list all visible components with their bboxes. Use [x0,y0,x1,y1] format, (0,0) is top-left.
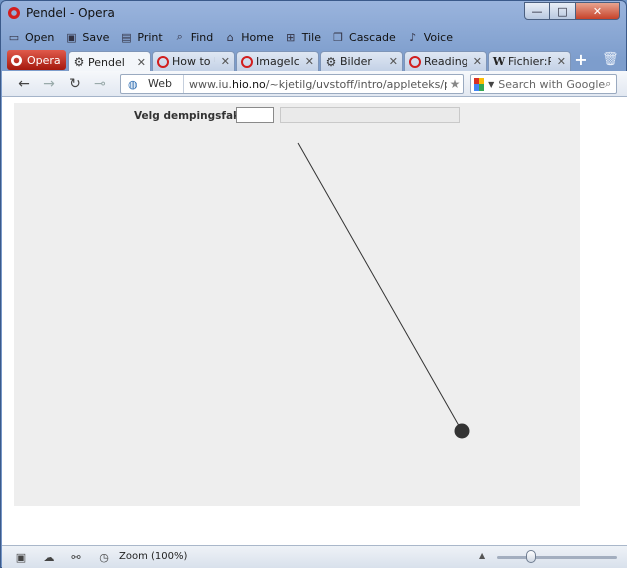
search-field[interactable]: ▼ Search with Google ⌕ [470,74,617,94]
menu-open[interactable]: ▭ Open [7,30,55,44]
print-icon: ▤ [121,30,132,44]
star-icon[interactable]: ★ [447,77,463,91]
menu-tile-label: Tile [301,30,322,44]
wikipedia-icon: W [492,55,506,68]
opera-icon [241,55,253,68]
folder-icon: ▭ [8,30,20,44]
url-prefix: www.iu. [189,77,233,91]
close-tab-icon[interactable]: ✕ [470,55,482,68]
menu-cascade-label: Cascade [349,30,396,44]
menu-cascade[interactable]: ❐ Cascade [331,31,396,44]
close-tab-icon[interactable]: ✕ [302,55,314,68]
url-domain: hio.no [232,77,266,91]
google-icon-part [479,84,485,91]
turbo-icon[interactable]: ◷ [97,551,111,564]
tab-reading[interactable]: Reading/... ✕ [404,51,487,71]
menu-home[interactable]: ⌂ Home [223,30,274,44]
save-icon: ▣ [66,30,77,44]
close-tab-icon[interactable]: ✕ [218,55,230,68]
status-bar: ▣ ☁ ⚯ ◷ Zoom (100%) ▲ [2,545,627,568]
pendulum-string [297,142,463,432]
opera-icon [157,55,169,68]
opera-menu-label: Opera [27,53,61,67]
voice-icon: ♪ [409,30,417,44]
tab-label: How to U... [172,55,215,68]
gear-icon: ⚙ [73,55,85,69]
forward-arrow-icon[interactable]: → [40,75,58,93]
gear-icon: ⚙ [325,54,337,69]
close-tab-icon[interactable]: ✕ [554,55,566,68]
window-controls: — □ ✕ [524,2,620,20]
opera-logo-icon [11,54,22,66]
opera-menu-button[interactable]: Opera [7,50,66,70]
tab-how-to[interactable]: How to U... ✕ [152,51,235,71]
damping-factor-input[interactable] [236,107,274,123]
tab-label: Bilder [340,55,372,68]
unite-icon[interactable]: ⚯ [69,551,83,564]
chevron-down-icon[interactable]: ▼ [488,80,494,89]
menu-find[interactable]: ⌕ Find [173,30,214,44]
url-path: /~kjetilg/uvstoff/intro/appleteks/pendel… [265,77,447,91]
close-button[interactable]: ✕ [576,2,620,20]
tab-imageico[interactable]: ImageIco... ✕ [236,51,319,71]
address-url[interactable]: www.iu.hio.no/~kjetilg/uvstoff/intro/app… [189,78,447,91]
menu-home-label: Home [241,30,274,44]
pendulum-canvas [297,142,470,439]
title-bar[interactable]: Pendel - Opera — □ ✕ [1,1,626,25]
menu-save-label: Save [82,30,110,44]
globe-icon: ◍ [128,77,138,91]
chevron-up-icon[interactable]: ▲ [479,551,485,560]
cascade-icon: ❐ [333,30,343,44]
tab-pendel[interactable]: ⚙ Pendel ✕ [68,51,151,72]
menu-open-label: Open [25,30,55,44]
window-title: Pendel - Opera [26,6,115,20]
back-arrow-icon[interactable]: ← [15,75,33,93]
opera-icon [409,55,421,68]
minimize-button[interactable]: — [524,2,550,20]
tab-label: Pendel [88,55,125,69]
search-placeholder: Search with Google [498,77,606,91]
navigation-bar: ← → ↻ ⊸ ◍ Web www.iu.hio.no/~kjetilg/uvs… [2,71,627,97]
menu-print-label: Print [137,30,163,44]
address-field[interactable]: ◍ Web www.iu.hio.no/~kjetilg/uvstoff/int… [120,74,464,94]
tab-bar: Opera ⚙ Pendel ✕ How to U... ✕ ImageIco.… [5,49,624,72]
applet-status-field [280,107,460,123]
reload-icon[interactable]: ↻ [66,75,84,93]
menu-print[interactable]: ▤ Print [119,30,163,44]
menu-toolbar: ▭ Open ▣ Save ▤ Print ⌕ Find ⌂ Home ⊞ Tile ❐ Ca… [7,27,453,47]
tile-icon: ⊞ [286,30,296,44]
page-viewport: Velg dempingsfaktor: [2,97,627,545]
tab-bilder[interactable]: ⚙ Bilder ✕ [320,51,403,71]
menu-tile[interactable]: ⊞ Tile [284,31,321,44]
wand-key-icon[interactable]: ⊸ [91,75,109,93]
trash-icon[interactable]: 🗑 [602,52,619,68]
menu-voice[interactable]: ♪ Voice [406,31,453,44]
pendulum-bob[interactable] [454,423,470,439]
zoom-label: Zoom (100%) [119,551,188,562]
menu-save[interactable]: ▣ Save [64,31,109,44]
browser-window: Pendel - Opera — □ ✕ ▭ Open ▣ Save ▤ Print … [0,0,627,568]
maximize-button[interactable]: □ [550,2,576,20]
menu-voice-label: Voice [423,30,453,44]
zoom-slider-track[interactable] [497,556,617,559]
opera-logo-icon [8,7,20,19]
pendulum-applet[interactable]: Velg dempingsfaktor: [14,103,580,506]
home-icon: ⌂ [226,30,234,44]
panel-toggle-icon[interactable]: ▣ [14,551,28,564]
address-badge: Web [148,75,184,93]
search-icon[interactable]: ⌕ [605,77,616,91]
tab-fichier[interactable]: W Fichier:Pi... ✕ [488,51,571,71]
menu-find-label: Find [190,30,214,44]
tab-label: Fichier:Pi... [508,55,551,68]
google-icon [474,77,485,91]
close-tab-icon[interactable]: ✕ [386,55,398,68]
find-icon: ⌕ [176,30,183,43]
new-tab-icon[interactable]: + [573,52,589,68]
cloud-icon[interactable]: ☁ [42,551,56,564]
zoom-slider-thumb[interactable] [526,550,536,563]
tab-label: Reading/... [424,55,467,68]
tab-label: ImageIco... [256,55,299,68]
close-tab-icon[interactable]: ✕ [134,56,146,69]
